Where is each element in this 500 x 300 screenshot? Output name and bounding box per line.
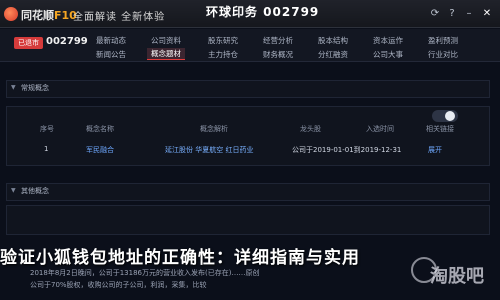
col-header-name: 概念名称 — [86, 125, 114, 133]
caret-down-icon[interactable]: ▼ — [11, 81, 16, 95]
col-header-analysis: 概念解析 — [200, 125, 228, 133]
nav-company[interactable]: 公司资料 — [151, 35, 181, 46]
table-cell-leaders[interactable]: 延江股份 华夏航空 红日药业 — [165, 145, 253, 155]
nav-industry[interactable]: 行业对比 — [428, 49, 458, 60]
nav-forecast[interactable]: 盈利预测 — [428, 35, 458, 46]
stock-title: 环球印务 002799 — [206, 5, 320, 19]
brand-logo: 同花顺F10 — [21, 9, 77, 22]
app-title: 全面解读 全新体验 — [73, 12, 166, 23]
table-cell-name[interactable]: 军民融合 — [86, 145, 114, 155]
nav-finance[interactable]: 财务概况 — [263, 49, 293, 60]
other-concepts-panel: ▼ 其他概念 — [6, 183, 490, 201]
footer-text: 2018年8月2日晚间，公司于13186万元的营业收入发布(已存在)……原创 — [30, 269, 260, 277]
nav-news[interactable]: 新闻公告 — [96, 49, 126, 60]
nav-main-holdings[interactable]: 主力持仓 — [208, 49, 238, 60]
concepts-table — [6, 106, 490, 166]
col-header-date: 入选时间 — [366, 125, 394, 133]
caret-down-icon[interactable]: ▼ — [11, 184, 16, 198]
refresh-icon[interactable]: ⟳ — [428, 7, 442, 21]
table-cell-index: 1 — [44, 145, 49, 153]
minimize-icon[interactable]: – — [462, 7, 476, 21]
nav-concepts[interactable]: 概念题材 — [147, 48, 185, 60]
expand-link[interactable]: 展开 — [428, 145, 442, 155]
title-bar: 同花顺F10 全面解读 全新体验 环球印务 002799 ⟳ ? – ✕ — [0, 0, 500, 28]
nav-capital-ops[interactable]: 资本运作 — [373, 35, 403, 46]
other-concepts-body — [6, 205, 490, 235]
footer-text-2: 公司于70%股权，收购公司的子公司，利润，采集，比较 — [30, 281, 207, 289]
panel-title: 其他概念 — [21, 187, 49, 195]
col-header-index: 序号 — [40, 125, 54, 133]
nav-latest[interactable]: 最新动态 — [96, 35, 126, 46]
logo-icon — [4, 7, 18, 21]
watermark: 淘股吧 — [430, 266, 484, 287]
nav-operation[interactable]: 经营分析 — [263, 35, 293, 46]
nav-events[interactable]: 公司大事 — [373, 49, 403, 60]
status-badge: 已退市 — [14, 37, 43, 49]
table-cell-added: 公司于2019-01-01到2019-12-31 — [292, 146, 402, 154]
col-header-link: 相关链接 — [426, 125, 454, 133]
help-icon[interactable]: ? — [445, 7, 459, 21]
toggle-switch[interactable] — [432, 110, 458, 122]
stock-code: 002799 — [46, 36, 88, 47]
nav-dividend[interactable]: 分红融资 — [318, 49, 348, 60]
nav-capital-structure[interactable]: 股本结构 — [318, 35, 348, 46]
panel-title: 常规概念 — [21, 84, 49, 92]
nav-holders[interactable]: 股东研究 — [208, 35, 238, 46]
close-icon[interactable]: ✕ — [480, 7, 494, 21]
col-header-leader: 龙头股 — [300, 125, 321, 133]
regular-concepts-panel: ▼ 常规概念 — [6, 80, 490, 98]
